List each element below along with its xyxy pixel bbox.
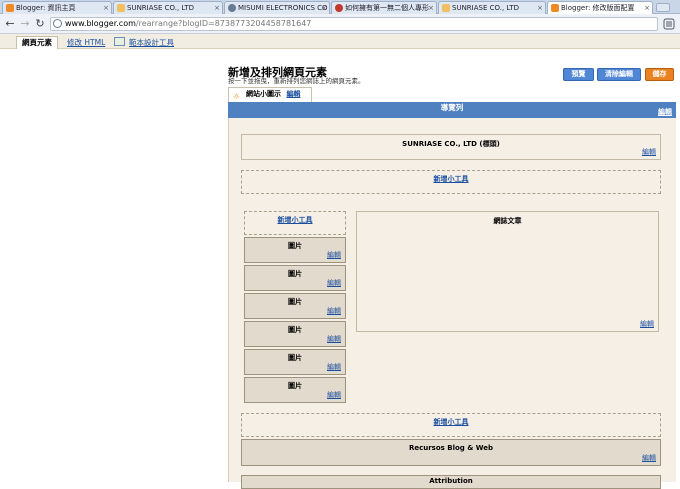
gadget-edit-link[interactable]: 編輯 [642, 147, 656, 157]
tab-label: Blogger: 資訊主頁 [16, 4, 76, 12]
close-icon[interactable]: × [428, 2, 434, 14]
add-gadget-link[interactable]: 新增小工具 [278, 216, 313, 224]
tab-label: 如何擁有第一無二個人專形 [345, 4, 429, 12]
gadget-edit-link[interactable]: 編輯 [327, 250, 341, 260]
gadget-edit-link[interactable]: 編輯 [327, 278, 341, 288]
add-gadget-zone[interactable]: 新增小工具 [241, 413, 661, 437]
back-arrow-icon[interactable]: ← [3, 17, 17, 31]
blog-posts-gadget[interactable]: 網誌文章 編輯 [356, 211, 659, 332]
image-gadget[interactable]: 圖片 編輯 [244, 237, 346, 263]
tab-label: MISUMI ELECTRONICS CO [238, 4, 328, 12]
forward-arrow-icon[interactable]: → [18, 17, 32, 31]
favicon-label: 網站小圖示 [246, 90, 281, 98]
blogger-favicon-icon [6, 4, 14, 12]
tab-label: SUNRIASE CO., LTD [452, 4, 520, 12]
add-gadget-zone[interactable]: 新增小工具 [244, 211, 346, 235]
recursos-gadget[interactable]: Recursos Blog & Web 編輯 [241, 439, 661, 466]
image-gadget[interactable]: 圖片 編輯 [244, 293, 346, 319]
favicon-gadget: ☼ 網站小圖示 編輯 [228, 87, 312, 102]
gadget-edit-link[interactable]: 編輯 [642, 453, 656, 463]
close-icon[interactable]: × [214, 2, 220, 14]
site-favicon-icon [117, 4, 125, 12]
globe-icon [228, 4, 236, 12]
page-subtitle: 按一下並拖曳，重新排列您網誌上的網頁元素。 [228, 77, 365, 85]
gadget-edit-link[interactable]: 編輯 [327, 362, 341, 372]
clear-edits-button[interactable]: 清除編輯 [597, 68, 641, 81]
gadget-edit-link[interactable]: 編輯 [640, 319, 654, 329]
image-gadget[interactable]: 圖片 編輯 [244, 321, 346, 347]
browser-tab[interactable]: MISUMI ELECTRONICS CO × [224, 1, 330, 14]
new-tab-button[interactable] [656, 3, 670, 12]
reload-icon[interactable]: ↻ [33, 17, 47, 31]
browser-tab-active[interactable]: Blogger: 修改版面配置 × [547, 1, 653, 14]
tab-edit-html[interactable]: 修改 HTML [67, 37, 105, 50]
gadget-edit-link[interactable]: 編輯 [327, 390, 341, 400]
close-icon[interactable]: × [103, 2, 109, 14]
tab-label: Blogger: 修改版面配置 [561, 4, 635, 12]
image-gadget[interactable]: 圖片 編輯 [244, 265, 346, 291]
address-bar[interactable]: www.blogger.com/rearrange?blogID=8738773… [50, 17, 658, 31]
close-icon[interactable]: × [321, 2, 327, 14]
navbar-gadget[interactable]: 導覽列 編輯 [228, 102, 676, 118]
navbar-label: 導覽列 [440, 103, 464, 112]
site-favicon-icon [442, 4, 450, 12]
blogger-favicon-icon [551, 4, 559, 12]
browser-toolbar: ← → ↻ www.blogger.com/rearrange?blogID=8… [0, 14, 680, 34]
url-path: /rearrange?blogID=8738773204458781647 [135, 19, 312, 28]
save-button[interactable]: 儲存 [645, 68, 674, 81]
close-icon[interactable]: × [644, 2, 650, 14]
site-favicon-icon [335, 4, 343, 12]
add-gadget-link[interactable]: 新增小工具 [434, 175, 469, 183]
preview-button[interactable]: 預覽 [563, 68, 594, 81]
tab-template-designer[interactable]: 範本設計工具 [129, 37, 174, 50]
navbar-edit-link[interactable]: 編輯 [658, 107, 672, 118]
wrench-menu-icon[interactable] [662, 18, 676, 30]
gadget-edit-link[interactable]: 編輯 [327, 334, 341, 344]
add-gadget-zone[interactable]: 新增小工具 [241, 170, 661, 194]
gadget-title: SUNRIASE CO., LTD (標頭) [402, 140, 500, 148]
header-gadget[interactable]: SUNRIASE CO., LTD (標頭) 編輯 [241, 134, 661, 160]
browser-tab[interactable]: SUNRIASE CO., LTD × [113, 1, 223, 14]
image-gadget[interactable]: 圖片 編輯 [244, 377, 346, 403]
browser-tab-strip: Blogger: 資訊主頁 × SUNRIASE CO., LTD × MISU… [0, 0, 680, 14]
gadget-title: 網誌文章 [493, 217, 522, 225]
url-host: www.blogger.com [65, 19, 136, 28]
gadget-edit-link[interactable]: 編輯 [327, 306, 341, 316]
browser-tab[interactable]: SUNRIASE CO., LTD × [438, 1, 546, 14]
browser-tab[interactable]: 如何擁有第一無二個人專形 × [331, 1, 437, 14]
globe-icon [53, 19, 62, 28]
attribution-gadget[interactable]: Attribution [241, 475, 661, 489]
close-icon[interactable]: × [537, 2, 543, 14]
gadget-title: Recursos Blog & Web [408, 444, 494, 452]
image-gadget[interactable]: 圖片 編輯 [244, 349, 346, 375]
tab-page-elements[interactable]: 網頁元素 [16, 36, 58, 49]
template-designer-icon [114, 37, 125, 46]
browser-tab[interactable]: Blogger: 資訊主頁 × [2, 1, 112, 14]
tab-label: SUNRIASE CO., LTD [127, 4, 195, 12]
gadget-title: Attribution [429, 477, 473, 485]
favicon-edit-link[interactable]: 編輯 [286, 90, 300, 98]
add-gadget-link[interactable]: 新增小工具 [434, 418, 469, 426]
